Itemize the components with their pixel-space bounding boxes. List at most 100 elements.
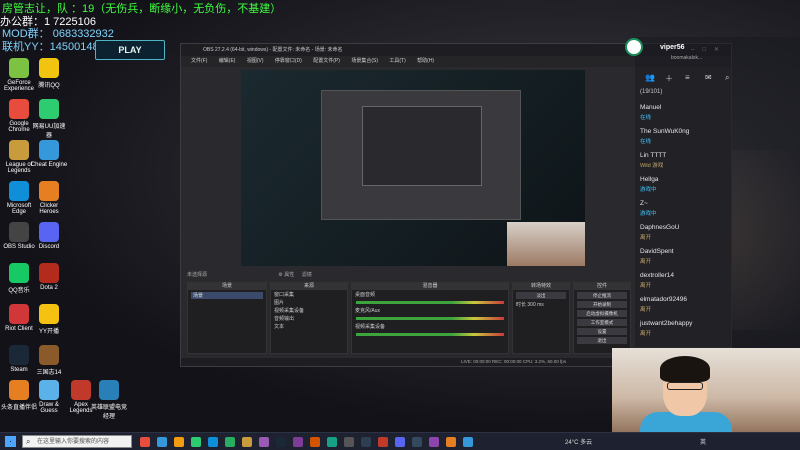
obs-preview[interactable] bbox=[241, 70, 585, 266]
desktop-icon[interactable]: 三国志14 bbox=[30, 345, 68, 376]
taskbar-app-icon[interactable] bbox=[293, 437, 303, 447]
menu-view[interactable]: 视图(V) bbox=[247, 58, 264, 64]
menu-profile[interactable]: 配置文件(P) bbox=[313, 58, 340, 64]
source-item[interactable]: 音频输出 bbox=[274, 315, 344, 322]
menu-tools[interactable]: 工具(T) bbox=[389, 58, 405, 64]
taskbar-search-input[interactable]: ⌕ 在这里输入你要搜索的内容 bbox=[22, 435, 132, 448]
desktop-icon[interactable]: 英雄联盟电竞经理 bbox=[90, 380, 128, 420]
filters-button[interactable]: 滤镜 bbox=[302, 272, 312, 278]
source-item[interactable]: 视频采集设备 bbox=[274, 307, 344, 314]
virtual-camera-button[interactable]: 启动虚拟摄像机 bbox=[577, 310, 627, 317]
taskbar-app-icon[interactable] bbox=[208, 437, 218, 447]
taskbar-app-icon[interactable] bbox=[191, 437, 201, 447]
taskbar-app-icon[interactable] bbox=[276, 437, 286, 447]
taskbar-app-icon[interactable] bbox=[174, 437, 184, 447]
desktop-icon-label: QQ音乐 bbox=[8, 288, 30, 294]
desktop-icon[interactable]: 网易UU加速器 bbox=[30, 99, 68, 139]
friends-count: (19/101) bbox=[640, 89, 663, 95]
taskbar-app-icon[interactable] bbox=[259, 437, 269, 447]
volume-meter[interactable] bbox=[356, 317, 504, 320]
source-item[interactable]: 窗口采集 bbox=[274, 291, 344, 298]
friend-item[interactable]: DaphnesGoU 离开 bbox=[640, 224, 679, 241]
taskbar-app-icon[interactable] bbox=[412, 437, 422, 447]
friend-status: 离开 bbox=[640, 331, 652, 337]
windows-start-icon[interactable] bbox=[5, 436, 16, 447]
taskbar-app-icon[interactable] bbox=[157, 437, 167, 447]
friend-status: 离开 bbox=[640, 307, 652, 313]
desktop-icon[interactable]: 腾讯QQ bbox=[30, 58, 68, 89]
sidebar-username: viper56 bbox=[660, 44, 685, 51]
friend-item[interactable]: Z~ 游戏中 bbox=[640, 200, 657, 217]
friend-name: DavidSpent bbox=[640, 248, 674, 255]
friend-item[interactable]: dextroller14 离开 bbox=[640, 272, 674, 289]
app-icon bbox=[39, 181, 59, 201]
friend-item[interactable]: DavidSpent 离开 bbox=[640, 248, 674, 265]
friend-item[interactable]: elmatador92496 离开 bbox=[640, 296, 687, 313]
desktop-icon[interactable]: Discord bbox=[30, 222, 68, 250]
taskbar-app-icon[interactable] bbox=[344, 437, 354, 447]
taskbar-app-icon[interactable] bbox=[429, 437, 439, 447]
studio-mode-button[interactable]: 工作室模式 bbox=[577, 319, 627, 326]
friend-item[interactable]: Manuel 在线 bbox=[640, 104, 661, 121]
taskbar-app-icon[interactable] bbox=[327, 437, 337, 447]
volume-meter[interactable] bbox=[356, 301, 504, 304]
taskbar-app-icon[interactable] bbox=[140, 437, 150, 447]
friend-item[interactable]: Hellga 游戏中 bbox=[640, 176, 658, 193]
menu-docks[interactable]: 停靠窗口(D) bbox=[275, 58, 302, 64]
desktop-icon[interactable]: Cheat Engine bbox=[30, 140, 68, 168]
settings-button[interactable]: 设置 bbox=[577, 328, 627, 335]
desktop-icon[interactable]: Clicker Heroes bbox=[30, 181, 68, 215]
scene-item[interactable]: 场景 bbox=[191, 292, 263, 299]
desktop-icon[interactable]: Dota 2 bbox=[30, 263, 68, 291]
friend-item[interactable]: justwant2behappy 离开 bbox=[640, 320, 692, 337]
transition-select[interactable]: 淡出 bbox=[516, 292, 566, 299]
nested-obs-preview bbox=[321, 90, 521, 220]
menu-file[interactable]: 文件(F) bbox=[191, 58, 207, 64]
desktop-icon-label: 网易UU加速器 bbox=[32, 124, 66, 139]
scenes-dock: 场景 场景 bbox=[187, 282, 267, 354]
webcam-hair bbox=[660, 356, 710, 382]
taskbar-app-icon[interactable] bbox=[463, 437, 473, 447]
controls-title: 控件 bbox=[574, 283, 630, 290]
controls-dock: 控件 停止推流 开始录制 启动虚拟摄像机 工作室模式 设置 退出 bbox=[573, 282, 631, 354]
people-icon[interactable]: 👥 bbox=[645, 73, 655, 82]
taskbar-app-icon[interactable] bbox=[446, 437, 456, 447]
menu-edit[interactable]: 编辑(E) bbox=[219, 58, 236, 64]
menu-scene-collection[interactable]: 场景集合(S) bbox=[351, 58, 378, 64]
taskbar-app-icon[interactable] bbox=[395, 437, 405, 447]
taskbar-app-icon[interactable] bbox=[361, 437, 371, 447]
app-icon bbox=[39, 99, 59, 119]
source-item[interactable]: 图片 bbox=[274, 299, 344, 306]
app-icon bbox=[9, 345, 29, 365]
stop-streaming-button[interactable]: 停止推流 bbox=[577, 292, 627, 299]
taskbar-app-icon[interactable] bbox=[310, 437, 320, 447]
desktop-icon[interactable]: YY开播 bbox=[30, 304, 68, 335]
league-play-button[interactable]: PLAY bbox=[95, 40, 165, 60]
gear-icon[interactable]: ⚙ bbox=[278, 272, 282, 278]
app-icon bbox=[39, 345, 59, 365]
friend-item[interactable]: The SunWuK0ng 在线 bbox=[640, 128, 689, 145]
avatar[interactable] bbox=[625, 38, 643, 56]
list-icon[interactable]: ≡ bbox=[685, 73, 690, 82]
add-friend-icon[interactable]: ＋ bbox=[665, 73, 673, 84]
taskbar-app-icon[interactable] bbox=[378, 437, 388, 447]
source-item[interactable]: 文本 bbox=[274, 323, 344, 330]
lang-indicator[interactable]: 英 bbox=[700, 437, 706, 446]
app-icon bbox=[39, 304, 59, 324]
friend-name: The SunWuK0ng bbox=[640, 128, 690, 135]
app-icon bbox=[9, 58, 29, 78]
exit-button[interactable]: 退出 bbox=[577, 337, 627, 344]
taskbar-app-icon[interactable] bbox=[225, 437, 235, 447]
search-icon[interactable]: ⌕ bbox=[725, 73, 729, 83]
app-icon bbox=[9, 140, 29, 160]
taskbar-app-icon[interactable] bbox=[242, 437, 252, 447]
chat-icon[interactable]: ✉ bbox=[705, 73, 712, 82]
desktop-icon-label: Steam bbox=[10, 367, 28, 373]
menu-help[interactable]: 帮助(H) bbox=[417, 58, 434, 64]
properties-button[interactable]: 属性 bbox=[284, 272, 294, 278]
transition-duration[interactable]: 时长 300 ms bbox=[516, 301, 566, 308]
friend-item[interactable]: Lin TTTT Wild 游戏 bbox=[640, 152, 666, 169]
volume-meter[interactable] bbox=[356, 333, 504, 336]
start-recording-button[interactable]: 开始录制 bbox=[577, 301, 627, 308]
app-icon bbox=[9, 99, 29, 119]
